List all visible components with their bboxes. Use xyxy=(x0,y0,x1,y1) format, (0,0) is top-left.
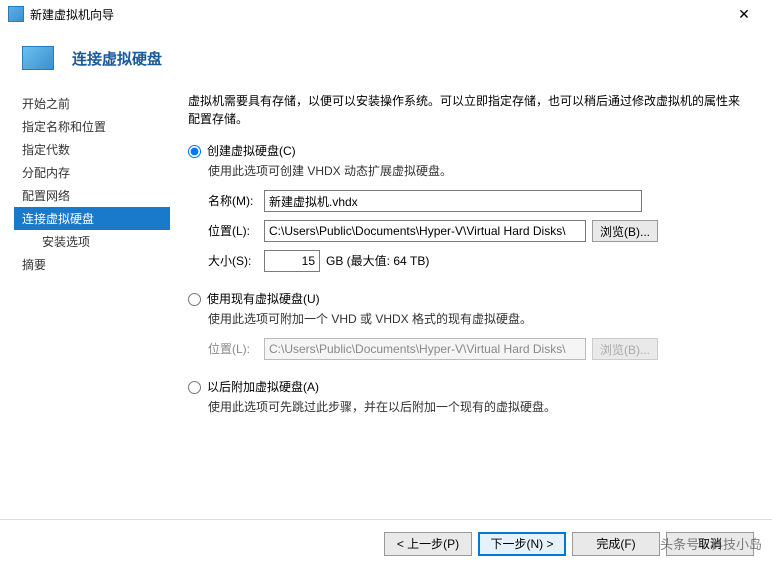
later-desc: 使用此选项可先跳过此步骤，并在以后附加一个现有的虚拟硬盘。 xyxy=(208,398,748,416)
name-label: 名称(M): xyxy=(208,192,264,210)
sidebar-item-connect-vhd[interactable]: 连接虚拟硬盘 xyxy=(14,207,170,230)
sidebar-item-name-location[interactable]: 指定名称和位置 xyxy=(14,115,170,138)
next-button[interactable]: 下一步(N) > xyxy=(478,532,566,556)
page-header: 连接虚拟硬盘 xyxy=(0,28,772,88)
wizard-sidebar: 开始之前 指定名称和位置 指定代数 分配内存 配置网络 连接虚拟硬盘 安装选项 … xyxy=(0,88,170,528)
wizard-content: 虚拟机需要具有存储，以便可以安装操作系统。可以立即指定存储，也可以稍后通过修改虚… xyxy=(170,88,772,528)
radio-create-label: 创建虚拟硬盘(C) xyxy=(207,142,296,160)
wizard-footer: < 上一步(P) 下一步(N) > 完成(F) 取消 xyxy=(0,519,772,567)
close-button[interactable]: ✕ xyxy=(724,4,764,24)
page-title: 连接虚拟硬盘 xyxy=(72,48,162,69)
app-icon xyxy=(8,6,24,22)
radio-create-input[interactable] xyxy=(188,145,201,158)
sidebar-item-install-options[interactable]: 安装选项 xyxy=(14,230,170,253)
location-input[interactable] xyxy=(264,220,586,242)
create-desc: 使用此选项可创建 VHDX 动态扩展虚拟硬盘。 xyxy=(208,162,748,180)
existing-location-input xyxy=(264,338,586,360)
intro-text: 虚拟机需要具有存储，以便可以安装操作系统。可以立即指定存储，也可以稍后通过修改虚… xyxy=(188,92,748,128)
size-label: 大小(S): xyxy=(208,252,264,270)
window-title: 新建虚拟机向导 xyxy=(30,6,114,23)
radio-attach-later[interactable]: 以后附加虚拟硬盘(A) xyxy=(188,378,748,396)
radio-later-input[interactable] xyxy=(188,381,201,394)
sidebar-item-generation[interactable]: 指定代数 xyxy=(14,138,170,161)
titlebar: 新建虚拟机向导 ✕ xyxy=(0,0,772,28)
radio-existing-input[interactable] xyxy=(188,293,201,306)
option-existing-vhd: 使用现有虚拟硬盘(U) 使用此选项可附加一个 VHD 或 VHDX 格式的现有虚… xyxy=(188,290,748,360)
existing-location-label: 位置(L): xyxy=(208,340,264,358)
sidebar-item-before-start[interactable]: 开始之前 xyxy=(14,92,170,115)
size-input[interactable] xyxy=(264,250,320,272)
sidebar-item-memory[interactable]: 分配内存 xyxy=(14,161,170,184)
finish-button[interactable]: 完成(F) xyxy=(572,532,660,556)
radio-existing-label: 使用现有虚拟硬盘(U) xyxy=(207,290,320,308)
location-label: 位置(L): xyxy=(208,222,264,240)
radio-existing-vhd[interactable]: 使用现有虚拟硬盘(U) xyxy=(188,290,748,308)
header-icon xyxy=(22,46,54,70)
cancel-button[interactable]: 取消 xyxy=(666,532,754,556)
browse-button[interactable]: 浏览(B)... xyxy=(592,220,658,242)
radio-later-label: 以后附加虚拟硬盘(A) xyxy=(207,378,319,396)
prev-button[interactable]: < 上一步(P) xyxy=(384,532,472,556)
option-create-vhd: 创建虚拟硬盘(C) 使用此选项可创建 VHDX 动态扩展虚拟硬盘。 名称(M):… xyxy=(188,142,748,272)
sidebar-item-summary[interactable]: 摘要 xyxy=(14,253,170,276)
option-attach-later: 以后附加虚拟硬盘(A) 使用此选项可先跳过此步骤，并在以后附加一个现有的虚拟硬盘… xyxy=(188,378,748,416)
existing-desc: 使用此选项可附加一个 VHD 或 VHDX 格式的现有虚拟硬盘。 xyxy=(208,310,748,328)
radio-create-vhd[interactable]: 创建虚拟硬盘(C) xyxy=(188,142,748,160)
existing-browse-button: 浏览(B)... xyxy=(592,338,658,360)
size-unit: GB (最大值: 64 TB) xyxy=(326,252,429,270)
sidebar-item-network[interactable]: 配置网络 xyxy=(14,184,170,207)
name-input[interactable] xyxy=(264,190,642,212)
